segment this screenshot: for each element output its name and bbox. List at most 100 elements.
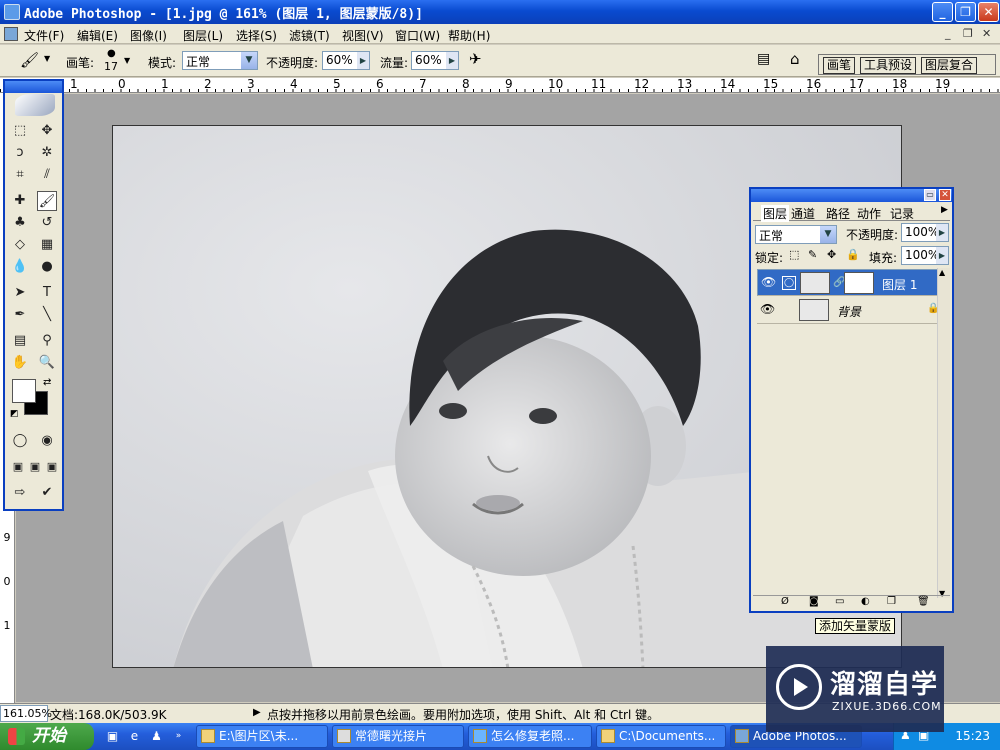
tab-history[interactable]: 记录	[890, 205, 914, 222]
panel-menu-icon[interactable]: ▶	[941, 205, 948, 215]
marquee-tool-icon[interactable]: ⬚	[10, 121, 30, 141]
close-button[interactable]: ✕	[978, 2, 999, 22]
quicklaunch-desktop-icon[interactable]: ▣	[104, 728, 121, 745]
standard-mode-icon[interactable]: ◯	[10, 431, 30, 451]
pen-tool-icon[interactable]: ✒	[10, 305, 30, 325]
foreground-color-swatch[interactable]	[12, 379, 36, 403]
fill-arrow-icon[interactable]: ▶	[936, 247, 948, 264]
hand-tool-icon[interactable]: ✋	[10, 353, 30, 373]
opacity-input[interactable]: 60% ▶	[322, 51, 370, 70]
tab-paths[interactable]: 路径	[826, 205, 850, 222]
quicklaunch-more-icon[interactable]: »	[170, 728, 187, 745]
opacity-slider-arrow-icon[interactable]: ▶	[357, 52, 369, 69]
menu-view[interactable]: 视图(V)	[342, 27, 384, 44]
new-layer-icon[interactable]: ❐	[887, 596, 896, 607]
edit-in-imageready-icon[interactable]: ✔	[37, 483, 57, 503]
visibility-eye-icon[interactable]: 👁	[760, 302, 775, 316]
layers-scrollbar[interactable]: ▲ ▼	[937, 268, 950, 598]
file-browser-icon[interactable]: ▤	[757, 51, 770, 67]
notes-tool-icon[interactable]: ▤	[10, 331, 30, 351]
document-size[interactable]: 文档:168.0K/503.9K	[50, 706, 167, 723]
layers-panel-titlebar[interactable]: ▭ ✕	[751, 189, 952, 202]
mask-edit-icon[interactable]: ◯	[782, 276, 796, 290]
menu-file[interactable]: 文件(F)	[24, 27, 64, 44]
document-icon[interactable]	[4, 27, 18, 41]
quicklaunch-qq-icon[interactable]: ♟	[148, 728, 165, 745]
layer-name[interactable]: 图层 1	[882, 276, 917, 293]
screen-mode-full-icon[interactable]: ▣	[42, 457, 62, 477]
clone-stamp-tool-icon[interactable]: ♣	[10, 213, 30, 233]
layer-style-icon[interactable]: Ø	[781, 596, 789, 607]
lock-image-icon[interactable]: ✎	[808, 248, 817, 261]
doc-restore-button[interactable]: ❐	[963, 27, 973, 40]
slice-tool-icon[interactable]: ⫽	[37, 165, 57, 185]
minimize-button[interactable]: _	[932, 2, 953, 22]
lock-all-icon[interactable]: 🔒	[846, 248, 860, 261]
lock-transparency-icon[interactable]: ⬚	[789, 248, 799, 261]
layer-thumbnail[interactable]	[799, 299, 829, 321]
doc-minimize-button[interactable]: _	[945, 27, 951, 40]
layer-thumbnail[interactable]	[800, 272, 830, 294]
panel-minimize-icon[interactable]: ▭	[924, 189, 936, 201]
lock-position-icon[interactable]: ✥	[827, 248, 836, 261]
adjustment-layer-icon[interactable]: ◐	[861, 596, 870, 607]
blend-mode-select[interactable]: 正常 ▼	[755, 225, 837, 244]
crop-tool-icon[interactable]: ⌗	[10, 165, 30, 185]
blend-mode-dropdown-icon[interactable]: ▼	[820, 226, 836, 243]
layer-opacity-input[interactable]: 100% ▶	[901, 223, 949, 242]
visibility-eye-icon[interactable]: 👁	[761, 275, 776, 289]
new-set-icon[interactable]: ▭	[835, 596, 844, 607]
well-tab-layer-comps[interactable]: 图层复合	[921, 57, 978, 74]
brush-dot-icon[interactable]: ●	[107, 48, 116, 59]
well-tab-tool-presets[interactable]: 工具预设	[860, 57, 917, 74]
layer-row[interactable]: 👁 背景 🔒	[757, 297, 942, 324]
eraser-tool-icon[interactable]: ◇	[10, 235, 30, 255]
menu-image[interactable]: 图像(I)	[130, 27, 167, 44]
taskbar-item[interactable]: E:\图片区\未...	[196, 725, 328, 748]
jump-to-imageready-icon[interactable]: ⇨	[10, 483, 30, 503]
layer-name[interactable]: 背景	[837, 303, 861, 320]
swap-colors-icon[interactable]: ⇄	[43, 377, 51, 388]
taskbar-item[interactable]: 常德曙光接片	[332, 725, 464, 748]
scroll-up-icon[interactable]: ▲	[939, 268, 945, 277]
healing-brush-tool-icon[interactable]: ✚	[10, 191, 30, 211]
line-tool-icon[interactable]: ╲	[37, 305, 57, 325]
magic-wand-tool-icon[interactable]: ✲	[37, 143, 57, 163]
brush-size[interactable]: 17	[104, 60, 118, 73]
menu-edit[interactable]: 编辑(E)	[77, 27, 118, 44]
eyedropper-tool-icon[interactable]: ⚲	[37, 331, 57, 351]
photoshop-app-icon[interactable]	[4, 4, 20, 20]
flow-input[interactable]: 60% ▶	[411, 51, 459, 70]
menu-help[interactable]: 帮助(H)	[448, 27, 490, 44]
delete-layer-icon[interactable]: 🗑	[917, 596, 930, 607]
layer-mask-thumbnail[interactable]	[844, 272, 874, 294]
flow-slider-arrow-icon[interactable]: ▶	[446, 52, 458, 69]
gradient-tool-icon[interactable]: ▦	[37, 235, 57, 255]
taskbar-item[interactable]: C:\Documents...	[596, 725, 726, 748]
menu-filter[interactable]: 滤镜(T)	[289, 27, 330, 44]
fill-input[interactable]: 100% ▶	[901, 246, 949, 265]
maximize-button[interactable]: ❐	[955, 2, 976, 22]
brush-picker-arrow-icon[interactable]: ▼	[124, 56, 130, 65]
quicklaunch-ie-icon[interactable]: e	[126, 728, 143, 745]
status-arrow-icon[interactable]: ▶	[253, 707, 261, 718]
brush-tool-icon[interactable]: 🖌	[20, 51, 39, 69]
feather-logo-icon[interactable]	[15, 94, 55, 116]
toolbox-titlebar[interactable]	[5, 81, 62, 93]
taskbar-item[interactable]: 怎么修复老照...	[468, 725, 592, 748]
mode-dropdown-icon[interactable]: ▼	[241, 52, 257, 69]
panel-close-icon[interactable]: ✕	[939, 189, 951, 201]
doc-close-button[interactable]: ✕	[982, 27, 991, 40]
tool-preset-arrow-icon[interactable]: ▼	[44, 54, 50, 63]
tray-clock[interactable]: 15:23	[955, 729, 990, 743]
brush-tool-icon[interactable]: 🖌	[37, 191, 57, 211]
move-tool-icon[interactable]: ✥	[37, 121, 57, 141]
palette-well-icon[interactable]: ⌂	[790, 50, 800, 68]
lasso-tool-icon[interactable]: ↄ	[10, 143, 30, 163]
menu-window[interactable]: 窗口(W)	[395, 27, 440, 44]
menu-layer[interactable]: 图层(L)	[183, 27, 223, 44]
type-tool-icon[interactable]: T	[37, 283, 57, 303]
dodge-tool-icon[interactable]: ●	[37, 257, 57, 277]
quick-mask-mode-icon[interactable]: ◉	[37, 431, 57, 451]
history-brush-tool-icon[interactable]: ↺	[37, 213, 57, 233]
